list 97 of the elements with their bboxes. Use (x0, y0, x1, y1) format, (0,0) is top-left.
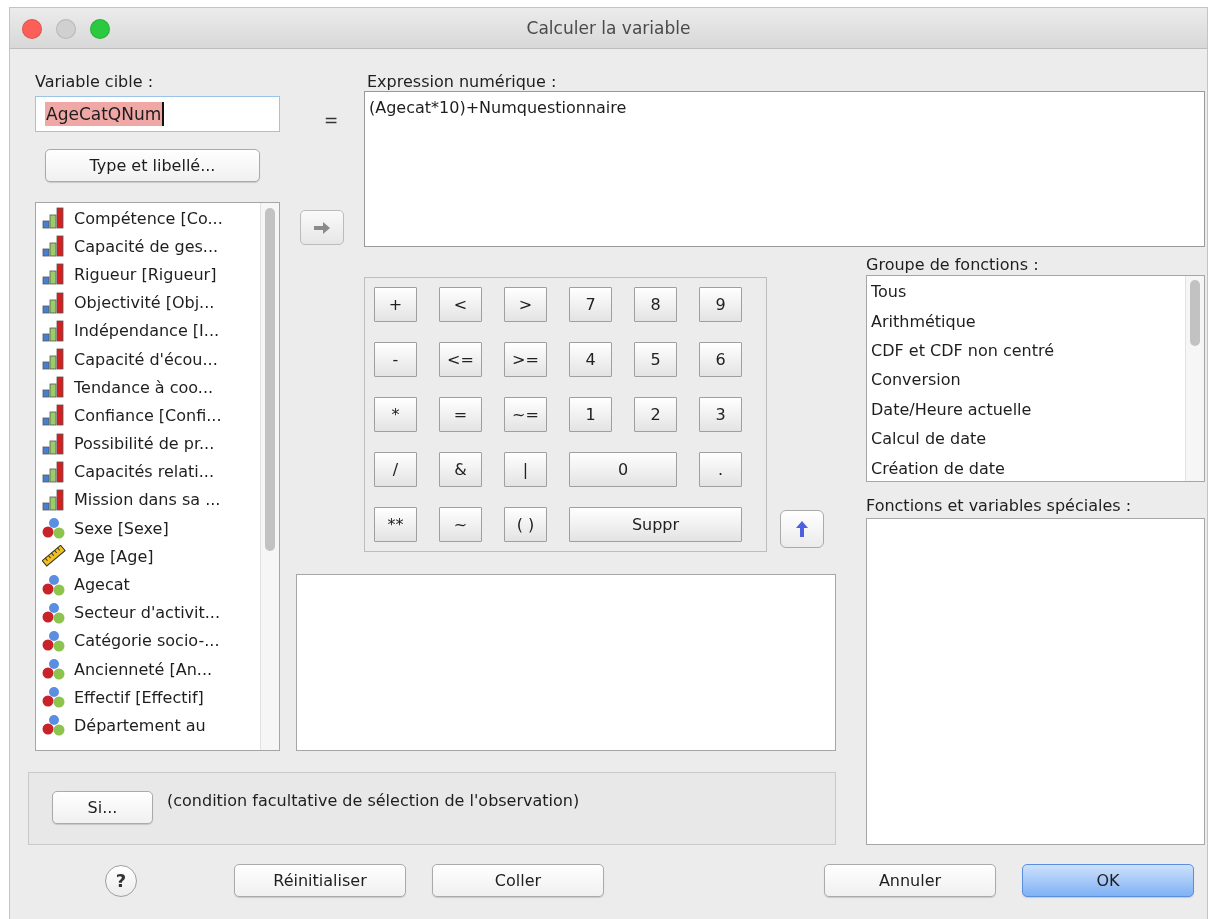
variable-item[interactable]: Mission dans sa ... (74, 490, 221, 510)
variable-item[interactable]: Département au (74, 715, 206, 735)
function-group-item[interactable]: Tous (871, 282, 907, 302)
function-group-item[interactable]: Date/Heure actuelle (871, 399, 1032, 419)
three-circles-icon (42, 629, 66, 652)
variable-item[interactable]: Rigueur [Rigueur] (74, 264, 217, 284)
bar-chart-icon (42, 235, 66, 258)
keypad-key[interactable]: + (374, 287, 417, 322)
keypad-key[interactable]: ** (374, 507, 417, 542)
function-group-item[interactable]: Arithmétique (871, 311, 976, 331)
keypad-key[interactable]: Suppr (569, 507, 742, 542)
target-variable-field[interactable]: AgeCatQNum (35, 96, 280, 132)
keypad-key[interactable]: 9 (699, 287, 742, 322)
keypad-key[interactable]: 0 (569, 452, 677, 487)
function-group-item[interactable]: Création de date (871, 458, 1005, 478)
keypad-key[interactable]: 1 (569, 397, 612, 432)
move-right-button[interactable] (300, 210, 344, 245)
variable-item[interactable]: Age [Age] (74, 546, 154, 566)
function-group-item[interactable]: Calcul de date (871, 429, 987, 449)
condition-text: (condition facultative de sélection de l'observation) (167, 791, 580, 810)
keypad-key[interactable]: < (439, 287, 482, 322)
if-button[interactable]: Si... (52, 791, 153, 824)
keypad-key[interactable]: | (504, 452, 547, 487)
variable-item[interactable]: Objectivité [Obj... (74, 293, 215, 313)
variable-item[interactable]: Capacité d'écou... (74, 349, 218, 369)
keypad-key[interactable]: <= (439, 342, 482, 377)
bar-chart-icon (42, 432, 66, 455)
dialog-button[interactable]: OK (1022, 864, 1194, 897)
three-circles-icon (42, 517, 66, 540)
variable-item[interactable]: Confiance [Confi... (74, 405, 222, 425)
variable-item[interactable]: Ancienneté [An... (74, 659, 213, 679)
maximize-icon[interactable] (90, 19, 110, 39)
arrow-right-icon (313, 220, 331, 235)
bar-chart-icon (42, 404, 66, 427)
variable-item[interactable]: Capacité de ges... (74, 236, 219, 256)
function-group-item[interactable]: Conversion (871, 370, 961, 390)
variable-item[interactable]: Indépendance [I... (74, 321, 220, 341)
type-label-button[interactable]: Type et libellé... (45, 149, 260, 182)
expression-field[interactable]: (Agecat*10)+Numquestionnaire (364, 91, 1205, 247)
keypad-key[interactable]: * (374, 397, 417, 432)
bar-chart-icon (42, 319, 66, 342)
keypad-key[interactable]: / (374, 452, 417, 487)
keypad-key[interactable]: - (374, 342, 417, 377)
variable-item[interactable]: Effectif [Effectif] (74, 687, 204, 707)
variable-item[interactable]: Possibilité de pr... (74, 434, 215, 454)
expression-label: Expression numérique : (367, 72, 558, 91)
bar-chart-icon (42, 263, 66, 286)
keypad-key[interactable]: 5 (634, 342, 677, 377)
keypad-key[interactable]: ~ (439, 507, 482, 542)
keypad-key[interactable]: ~= (504, 397, 547, 432)
variable-item[interactable]: Capacités relati... (74, 462, 214, 482)
bar-chart-icon (42, 460, 66, 483)
bar-chart-icon (42, 291, 66, 314)
three-circles-icon (42, 658, 66, 681)
bar-chart-icon (42, 488, 66, 511)
variable-item[interactable]: Compétence [Co... (74, 208, 223, 228)
bar-chart-icon (42, 376, 66, 399)
target-variable-label: Variable cible : (35, 72, 155, 91)
keypad-key[interactable]: 4 (569, 342, 612, 377)
variable-item[interactable]: Tendance à coo... (74, 377, 214, 397)
scrollbar-thumb[interactable] (265, 208, 275, 551)
keypad-key[interactable]: >= (504, 342, 547, 377)
scrollbar-thumb[interactable] (1190, 280, 1200, 346)
three-circles-icon (42, 714, 66, 737)
keypad-key[interactable]: 3 (699, 397, 742, 432)
bar-chart-icon (42, 207, 66, 230)
keypad-key[interactable]: ( ) (504, 507, 547, 542)
function-group-label: Groupe de fonctions : (866, 255, 1040, 274)
variable-item[interactable]: Catégorie socio-... (74, 631, 220, 651)
keypad-key[interactable]: . (699, 452, 742, 487)
help-button[interactable]: ? (105, 864, 137, 897)
arrow-up-icon (794, 520, 809, 538)
three-circles-icon (42, 686, 66, 709)
window-title: Calculer la variable (525, 18, 692, 38)
expression-text: (Agecat*10)+Numquestionnaire (369, 98, 627, 117)
function-group-item[interactable]: CDF et CDF non centré (871, 340, 1055, 360)
keypad-key[interactable]: > (504, 287, 547, 322)
keypad-key[interactable]: = (439, 397, 482, 432)
dialog-button[interactable]: Coller (432, 864, 604, 897)
keypad-key[interactable]: & (439, 452, 482, 487)
keypad-key[interactable]: 8 (634, 287, 677, 322)
insert-up-button[interactable] (779, 510, 824, 548)
close-icon[interactable] (22, 19, 42, 39)
dialog-button[interactable]: Annuler (824, 864, 996, 897)
bar-chart-icon (42, 348, 66, 371)
variable-item[interactable]: Sexe [Sexe] (74, 518, 169, 538)
equals-sign: = (324, 110, 339, 130)
keypad-key[interactable]: 7 (569, 287, 612, 322)
minimize-icon[interactable] (56, 19, 76, 39)
variable-item[interactable]: Secteur d'activit... (74, 603, 221, 623)
keypad-key[interactable]: 2 (634, 397, 677, 432)
variable-item[interactable]: Agecat (74, 575, 130, 595)
dialog-button[interactable]: Réinitialiser (234, 864, 406, 897)
three-circles-icon (42, 573, 66, 596)
keypad-key[interactable]: 6 (699, 342, 742, 377)
three-circles-icon (42, 601, 66, 624)
special-functions-label: Fonctions et variables spéciales : (866, 496, 1133, 515)
